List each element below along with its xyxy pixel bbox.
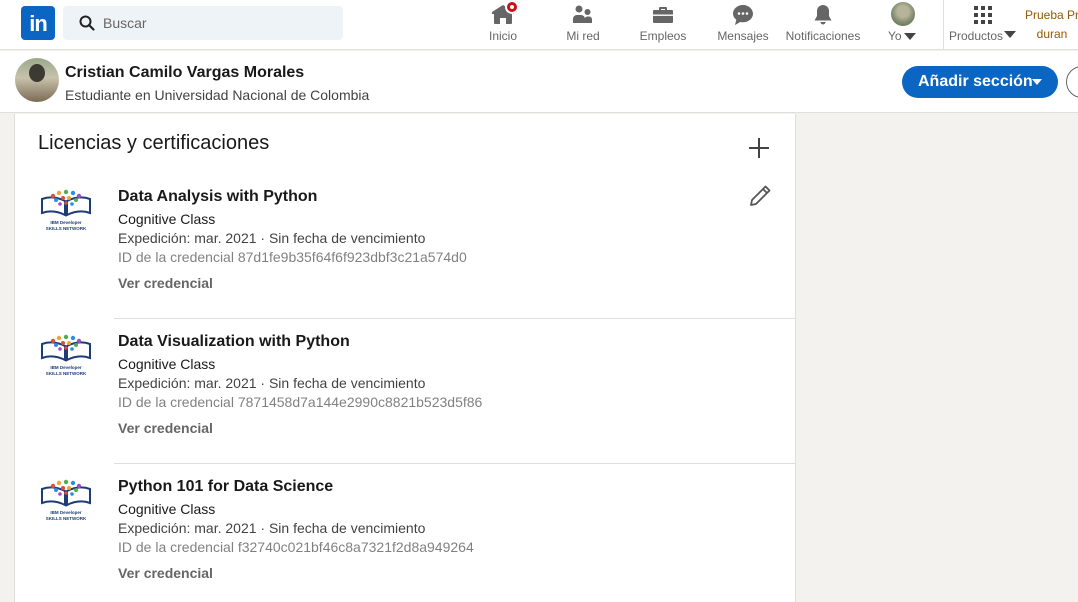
nav-label: Inicio [488, 29, 517, 43]
cert-credential-id: ID de la credencial 87d1fe9b35f64f6f923d… [118, 249, 467, 265]
logo-text: SKILLS NETWORK [46, 516, 87, 521]
cert-date: Expedición: mar. 2021 · Sin fecha de ven… [118, 230, 426, 246]
cert-date: Expedición: mar. 2021 · Sin fecha de ven… [118, 520, 426, 536]
top-navigation: in Inicio Mi red Empleos [0, 0, 1078, 50]
cert-title[interactable]: Data Visualization with Python [118, 333, 350, 351]
nav-item-yo[interactable]: Yo [885, 0, 921, 50]
nav-label: Empleos [639, 29, 687, 43]
bell-icon [814, 5, 832, 25]
logo-text: IBM Developer [50, 510, 82, 515]
grid-icon [974, 6, 992, 24]
profile-sticky-bar: Cristian Camilo Vargas Morales Estudiant… [0, 51, 1078, 113]
search-input[interactable] [103, 6, 333, 40]
section-title: Licencias y certificaciones [38, 132, 270, 154]
cert-title[interactable]: Data Analysis with Python [118, 188, 317, 206]
logo-text: SKILLS NETWORK [46, 371, 87, 376]
certification-item: IBM Developer SKILLS NETWORK Data Visual… [15, 319, 796, 464]
nav-label: Mi red [566, 29, 600, 43]
nav-item-mi-red[interactable]: Mi red [554, 0, 612, 50]
licenses-certifications-card: Licencias y certificaciones IBM Develope… [14, 114, 796, 602]
cert-date: Expedición: mar. 2021 · Sin fecha de ven… [118, 375, 426, 391]
premium-line-1: Prueba Pr [1024, 8, 1078, 22]
logo-text: SKILLS NETWORK [46, 226, 87, 231]
ibm-skills-network-logo[interactable]: IBM Developer SKILLS NETWORK [39, 188, 93, 232]
nav-label: Notificaciones [785, 29, 861, 43]
search-icon [79, 15, 95, 31]
add-section-button[interactable]: Añadir sección [902, 66, 1058, 98]
premium-line-2: duran [1036, 27, 1068, 41]
cert-credential-id: ID de la credencial 7871458d7a144e2990c8… [118, 394, 483, 410]
notification-badge [505, 0, 519, 14]
view-credential-link[interactable]: Ver credencial [118, 565, 213, 581]
briefcase-icon [653, 7, 673, 23]
more-button[interactable] [1066, 66, 1078, 98]
nav-item-empleos[interactable]: Empleos [633, 0, 693, 50]
cert-credential-id: ID de la credencial f32740c021bf46c8a732… [118, 539, 474, 555]
cert-issuer: Cognitive Class [118, 211, 216, 227]
network-icon [573, 5, 592, 23]
nav-divider [943, 0, 944, 50]
nav-label: Mensajes [717, 29, 769, 43]
cert-issuer: Cognitive Class [118, 501, 216, 517]
avatar [891, 2, 915, 26]
chevron-down-icon [1004, 31, 1016, 38]
profile-photo[interactable] [15, 58, 59, 102]
ibm-skills-network-logo[interactable]: IBM Developer SKILLS NETWORK [39, 333, 93, 377]
nav-item-notificaciones[interactable]: Notificaciones [783, 0, 863, 50]
chevron-down-icon [904, 33, 916, 40]
cert-issuer: Cognitive Class [118, 356, 216, 372]
ibm-skills-network-logo[interactable]: IBM Developer SKILLS NETWORK [39, 478, 93, 522]
logo-text: IBM Developer [50, 220, 82, 225]
view-credential-link[interactable]: Ver credencial [118, 275, 213, 291]
messaging-icon [733, 5, 753, 25]
premium-promo[interactable]: Prueba Pr duran [1022, 6, 1078, 44]
nav-item-mensajes[interactable]: Mensajes [713, 0, 773, 50]
profile-name: Cristian Camilo Vargas Morales [65, 64, 305, 81]
logo-text: IBM Developer [50, 365, 82, 370]
search-box[interactable] [63, 6, 343, 40]
chevron-down-icon [1032, 79, 1042, 85]
view-credential-link[interactable]: Ver credencial [118, 420, 213, 436]
add-icon[interactable] [746, 135, 772, 161]
cert-title[interactable]: Python 101 for Data Science [118, 478, 333, 496]
nav-item-productos[interactable]: Productos [947, 0, 1019, 50]
nav-item-inicio[interactable]: Inicio [474, 0, 532, 50]
certification-item: IBM Developer SKILLS NETWORK Data Analys… [15, 174, 796, 319]
profile-headline: Estudiante en Universidad Nacional de Co… [65, 87, 370, 103]
add-section-label: Añadir sección [918, 73, 1033, 90]
certification-item: IBM Developer SKILLS NETWORK Python 101 … [15, 464, 796, 602]
linkedin-logo[interactable]: in [21, 6, 55, 40]
